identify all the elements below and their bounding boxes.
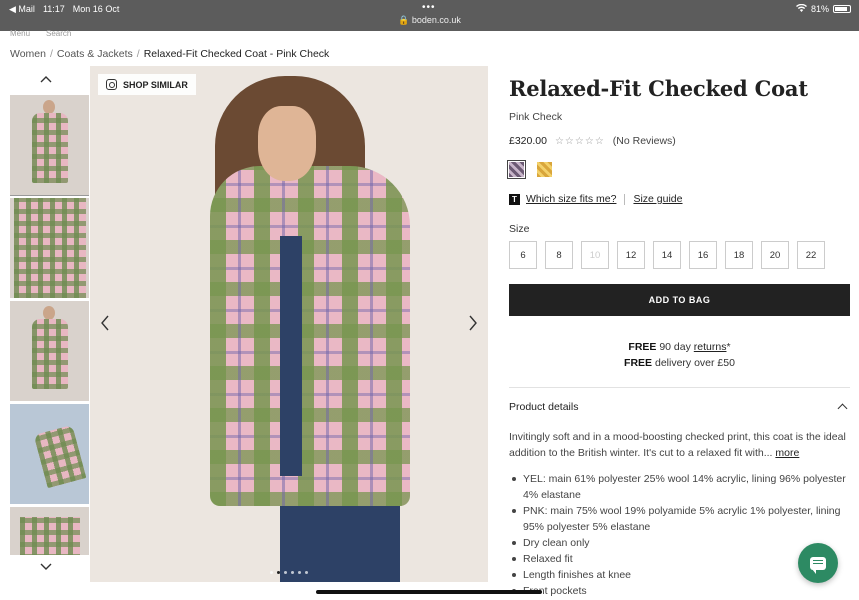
shop-similar-button[interactable]: SHOP SIMILAR xyxy=(98,74,196,95)
size-option[interactable]: 12 xyxy=(617,241,645,269)
product-details-toggle[interactable]: Product details xyxy=(509,401,850,414)
carousel-dot[interactable] xyxy=(305,571,308,574)
list-item: Front pockets xyxy=(509,583,850,599)
product-main-image[interactable]: SHOP SIMILAR xyxy=(90,66,488,582)
size-label: Size xyxy=(509,223,530,235)
swatch-yellow[interactable] xyxy=(537,162,552,177)
battery-percent: 81% xyxy=(810,4,829,14)
nav-peek: Menu Search xyxy=(10,29,71,38)
price: £320.00 xyxy=(509,135,547,147)
breadcrumb-separator: / xyxy=(136,48,140,60)
price-row: £320.00 ☆☆☆☆☆ (No Reviews) xyxy=(509,135,850,147)
thumbnail-2[interactable] xyxy=(10,198,89,298)
size-option[interactable]: 22 xyxy=(797,241,825,269)
thumbnail-5[interactable] xyxy=(10,507,89,555)
back-to-mail-link[interactable]: ◀ Mail xyxy=(9,4,35,15)
size-option[interactable]: 14 xyxy=(653,241,681,269)
product-panel: Relaxed-Fit Checked Coat Pink Check £320… xyxy=(507,66,850,599)
size-option[interactable]: 8 xyxy=(545,241,573,269)
returns-asterisk: * xyxy=(726,341,731,353)
carousel-dot[interactable] xyxy=(298,571,301,574)
status-bar: ◀ Mail 11:17 Mon 16 Oct ••• 🔒 boden.co.u… xyxy=(0,0,859,31)
size-option[interactable]: 6 xyxy=(509,241,537,269)
chat-button[interactable] xyxy=(798,543,838,583)
colour-name: Pink Check xyxy=(509,111,563,123)
thumbnail-4[interactable] xyxy=(10,404,89,504)
size-help-links: T Which size fits me? Size guide xyxy=(509,193,850,205)
url-bar[interactable]: 🔒 boden.co.uk xyxy=(0,15,859,26)
search-link[interactable]: Search xyxy=(46,29,71,38)
carousel-dot[interactable] xyxy=(284,571,287,574)
list-item: PNK: main 75% wool 19% polyamide 5% acry… xyxy=(509,503,850,535)
star-rating[interactable]: ☆☆☆☆☆ xyxy=(555,136,605,147)
divider xyxy=(509,387,850,388)
product-description: Invitingly soft and in a mood-boosting c… xyxy=(509,429,850,461)
size-option-unavailable[interactable]: 10 xyxy=(581,241,609,269)
size-option[interactable]: 18 xyxy=(725,241,753,269)
chevron-down-icon[interactable] xyxy=(40,560,52,574)
free-returns-bold: FREE xyxy=(628,341,657,353)
thumbnail-3[interactable] xyxy=(10,301,89,401)
carousel-dot[interactable] xyxy=(270,571,273,574)
chevron-left-icon[interactable] xyxy=(100,312,110,336)
visual-search-icon xyxy=(106,79,117,90)
size-guide-link[interactable]: Size guide xyxy=(633,193,682,205)
divider xyxy=(624,193,626,205)
carousel-dot[interactable] xyxy=(277,571,280,574)
returns-link[interactable]: returns xyxy=(694,341,727,353)
status-date: Mon 16 Oct xyxy=(72,4,120,14)
size-option[interactable]: 20 xyxy=(761,241,789,269)
swatch-pink-check[interactable] xyxy=(507,160,526,179)
battery-icon xyxy=(833,5,851,13)
breadcrumb-women[interactable]: Women xyxy=(10,48,46,60)
more-link[interactable]: more xyxy=(775,447,799,459)
colour-swatches xyxy=(507,160,850,179)
chevron-up-icon xyxy=(837,403,848,414)
product-title: Relaxed-Fit Checked Coat xyxy=(509,76,808,101)
delivery-info: FREE 90 day returns* FREE delivery over … xyxy=(509,339,850,371)
breadcrumb-current: Relaxed-Fit Checked Coat - Pink Check xyxy=(143,48,330,60)
returns-text: 90 day xyxy=(656,341,694,353)
size-options: 6 8 10 12 14 16 18 20 22 xyxy=(509,241,850,269)
chevron-right-icon[interactable] xyxy=(468,312,478,336)
chat-bubble-icon xyxy=(810,556,826,574)
carousel-dot[interactable] xyxy=(291,571,294,574)
wifi-icon xyxy=(795,3,807,14)
list-item: YEL: main 61% polyester 25% wool 14% acr… xyxy=(509,471,850,503)
status-left: ◀ Mail 11:17 Mon 16 Oct xyxy=(9,4,119,15)
true-fit-icon: T xyxy=(509,193,520,205)
add-to-bag-button[interactable]: ADD TO BAG xyxy=(509,284,850,316)
shop-similar-label: SHOP SIMILAR xyxy=(123,79,188,90)
breadcrumb-separator: / xyxy=(50,48,53,60)
menu-link[interactable]: Menu xyxy=(10,29,30,38)
list-item: Dry clean only xyxy=(509,535,850,551)
product-details-list: YEL: main 61% polyester 25% wool 14% acr… xyxy=(509,471,850,599)
chevron-up-icon[interactable] xyxy=(40,72,52,86)
status-right: 81% xyxy=(795,3,851,14)
breadcrumb: Women / Coats & Jackets / Relaxed-Fit Ch… xyxy=(10,48,329,60)
status-time: 11:17 xyxy=(42,4,65,14)
thumbnail-1[interactable] xyxy=(10,95,89,196)
home-indicator[interactable] xyxy=(316,590,542,594)
free-delivery-bold: FREE xyxy=(624,357,653,369)
product-details-heading: Product details xyxy=(509,401,579,413)
which-size-link[interactable]: Which size fits me? xyxy=(526,193,616,205)
size-option[interactable]: 16 xyxy=(689,241,717,269)
delivery-text: delivery over £50 xyxy=(652,357,735,369)
carousel-dots xyxy=(90,571,488,574)
multitasking-dots[interactable]: ••• xyxy=(422,2,436,13)
reviews-count[interactable]: (No Reviews) xyxy=(613,135,676,147)
thumbnail-list xyxy=(10,95,89,555)
breadcrumb-coats-jackets[interactable]: Coats & Jackets xyxy=(57,48,133,60)
